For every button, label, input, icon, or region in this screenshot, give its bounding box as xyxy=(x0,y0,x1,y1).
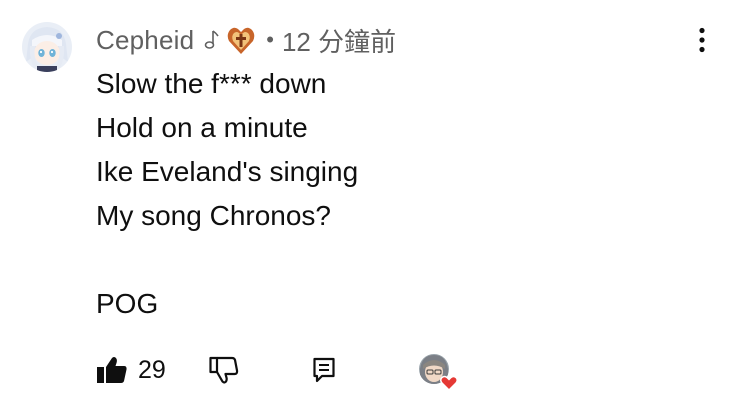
comment-timestamp[interactable]: 12 分鐘前 xyxy=(282,22,396,59)
thumbs-up-icon xyxy=(97,357,127,383)
comment-line: Ike Eveland's singing xyxy=(96,156,359,187)
comment-line: My song Chronos? xyxy=(96,200,332,231)
creator-heart xyxy=(418,353,460,393)
reply-button[interactable] xyxy=(312,350,336,390)
comment-line: POG xyxy=(96,288,159,319)
author-name[interactable]: Cepheid xyxy=(96,25,194,56)
comment-line: Hold on a minute xyxy=(96,112,308,143)
comment-header: Cepheid • 12 分鐘前 xyxy=(96,22,396,58)
comment-body: Slow the f*** down Hold on a minute Ike … xyxy=(96,62,696,326)
comment-menu-button[interactable] xyxy=(688,24,716,56)
comment-line: Slow the f*** down xyxy=(96,68,327,99)
thumbs-down-icon xyxy=(209,356,239,384)
reply-icon xyxy=(313,357,335,383)
creator-heart-icon xyxy=(419,354,458,392)
member-badge-icon[interactable] xyxy=(224,23,258,57)
music-note-icon xyxy=(202,29,220,51)
comment-line xyxy=(96,238,696,282)
comment-thread: Cepheid • 12 分鐘前 Slow the f*** down Hold… xyxy=(0,0,750,413)
avatar-image xyxy=(22,22,72,72)
comment-actions: 29 xyxy=(96,350,736,393)
like-count: 29 xyxy=(138,355,166,384)
dislike-button[interactable] xyxy=(208,350,240,390)
more-vertical-icon xyxy=(699,27,705,53)
author-avatar[interactable] xyxy=(22,22,72,72)
header-separator: • xyxy=(266,27,274,52)
like-button[interactable]: 29 xyxy=(96,350,166,390)
